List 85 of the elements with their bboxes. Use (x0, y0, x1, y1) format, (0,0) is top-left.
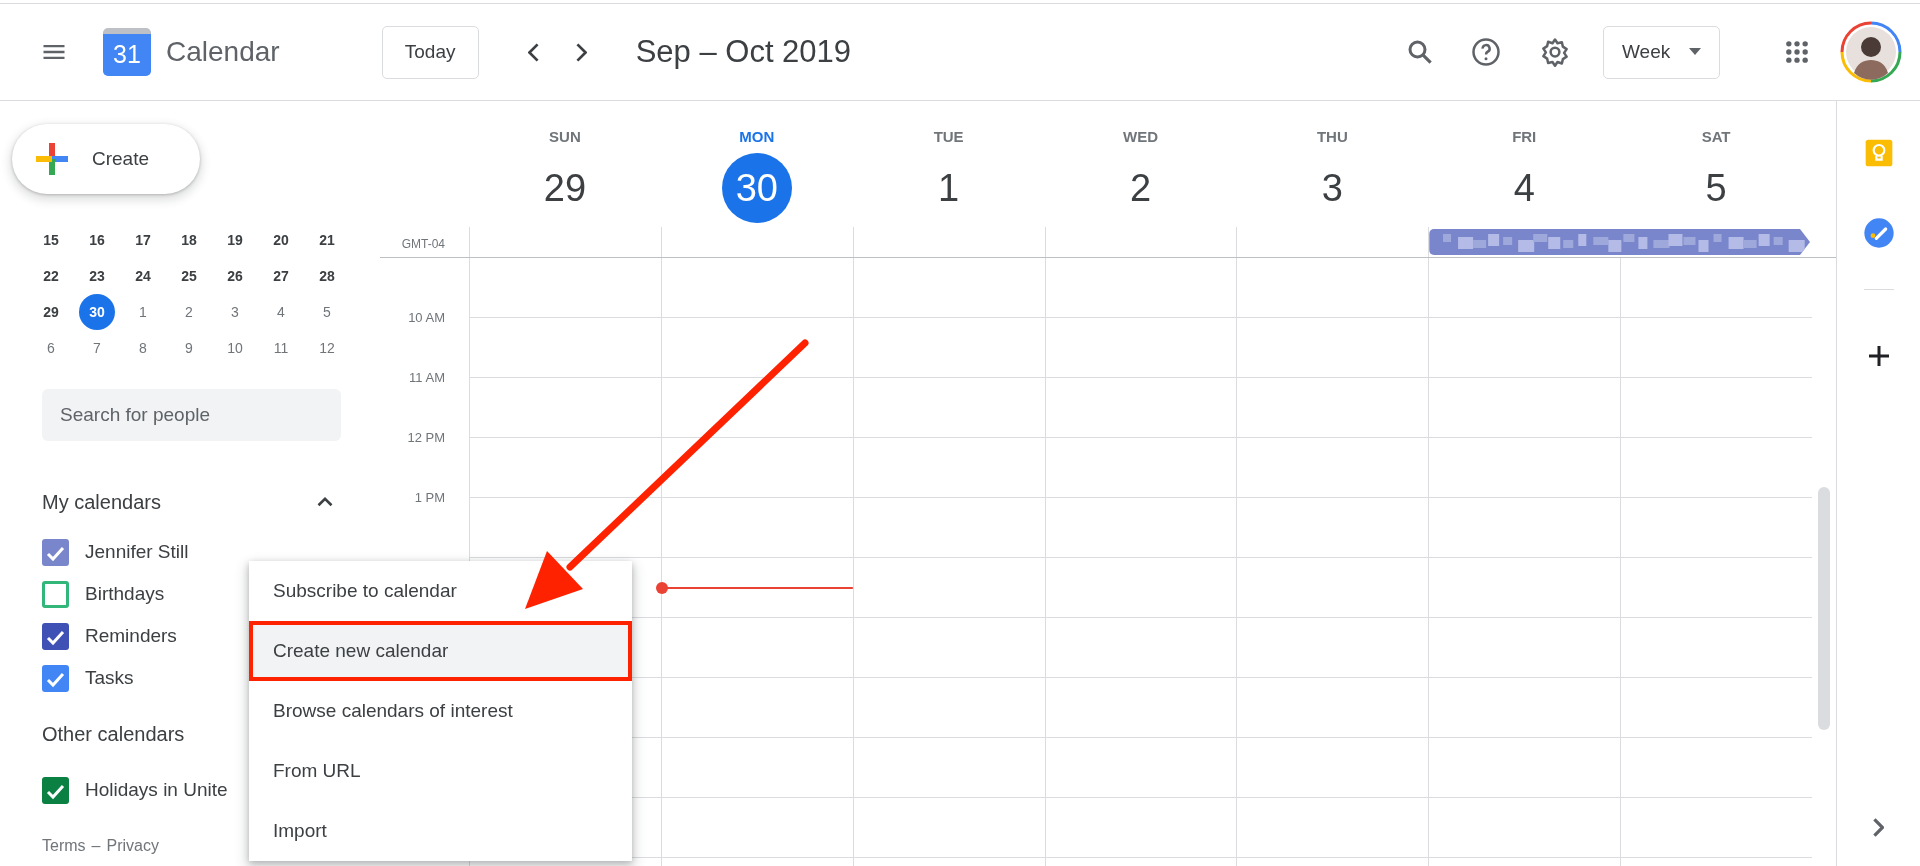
today-button[interactable]: Today (381, 25, 479, 79)
calendar-name: Reminders (85, 623, 177, 648)
mini-calendar-day[interactable]: 30 (79, 294, 115, 330)
weekday-label: SUN (549, 127, 581, 147)
mini-calendar-day[interactable]: 5 (309, 294, 345, 330)
calendar-name: Birthdays (85, 581, 165, 606)
mini-calendar-day[interactable]: 27 (263, 258, 299, 294)
view-dropdown[interactable]: Week (1603, 25, 1720, 79)
mini-calendar-day[interactable]: 2 (171, 294, 207, 330)
privacy-link[interactable]: Privacy (106, 834, 159, 858)
menu-item[interactable]: Subscribe to calendar (249, 561, 632, 621)
terms-link[interactable]: Terms (42, 834, 86, 858)
mini-calendar-day[interactable]: 17 (125, 222, 161, 258)
mini-calendar-day[interactable]: 4 (263, 294, 299, 330)
menu-item[interactable]: Import (249, 801, 632, 861)
mini-calendar-day[interactable]: 24 (125, 258, 161, 294)
help-icon (1471, 37, 1501, 67)
timezone-label: GMT-04 (400, 236, 446, 253)
date-number[interactable]: 4 (1489, 153, 1560, 223)
weekday-label: FRI (1512, 127, 1537, 147)
checkbox[interactable] (42, 664, 69, 692)
checkmark-circle-icon (1862, 217, 1895, 249)
settings-icon (1540, 37, 1570, 67)
checkbox[interactable] (42, 538, 69, 566)
avatar[interactable] (1840, 21, 1902, 83)
chevron-right-icon (1873, 817, 1884, 837)
date-number[interactable]: 3 (1297, 153, 1368, 223)
mini-calendar-day[interactable]: 18 (171, 222, 207, 258)
mini-calendar-day[interactable]: 20 (263, 222, 299, 258)
weekday-label: TUE (933, 127, 964, 147)
checkbox[interactable] (42, 622, 69, 650)
time-label: 1 PM (413, 489, 446, 507)
app-name: Calendar (166, 35, 280, 69)
date-number[interactable]: 1 (913, 153, 984, 223)
search-people-field[interactable]: Search for people (42, 389, 341, 441)
mini-calendar-day[interactable]: 8 (125, 330, 161, 366)
caret-icon (1689, 48, 1701, 56)
mini-calendar-day[interactable]: 11 (263, 330, 299, 366)
date-number[interactable]: 2 (1105, 153, 1176, 223)
time-label: 12 PM (406, 429, 446, 447)
menu-item[interactable]: Create new calendar (249, 621, 632, 681)
mini-calendar-day[interactable]: 16 (79, 222, 115, 258)
scrollbar-thumb[interactable] (1818, 487, 1830, 730)
date-number[interactable]: 29 (529, 153, 600, 223)
apps-grid-icon (1783, 38, 1811, 66)
mini-calendar-day[interactable]: 21 (309, 222, 345, 258)
create-button[interactable]: Create (12, 124, 200, 194)
mini-calendar-day[interactable]: 6 (33, 330, 69, 366)
mini-calendar-day[interactable]: 25 (171, 258, 207, 294)
mini-calendar-day[interactable]: 10 (217, 330, 253, 366)
checkbox[interactable] (42, 776, 69, 804)
checkbox[interactable] (42, 580, 69, 608)
mini-calendar-day[interactable]: 22 (33, 258, 69, 294)
mini-calendar-day[interactable]: 28 (309, 258, 345, 294)
weekday-label: WED (1123, 127, 1158, 147)
weekday-label: THU (1316, 127, 1348, 147)
section-heading: Other calendars (42, 722, 185, 747)
plus-icon (34, 141, 70, 177)
date-range-title: Sep – Oct 2019 (635, 32, 852, 71)
mini-calendar-day[interactable]: 7 (79, 330, 115, 366)
menu-item[interactable]: From URL (249, 741, 632, 801)
chevron-left-icon (528, 42, 540, 62)
mini-calendar-day[interactable]: 29 (33, 294, 69, 330)
weekday-label: MON (739, 127, 775, 147)
separator: – (91, 836, 101, 856)
calendar-name: Tasks (85, 665, 134, 690)
calendar-name: Holidays in Unite (85, 777, 228, 802)
mini-calendar-day[interactable]: 23 (79, 258, 115, 294)
calendar-name: Jennifer Still (85, 539, 189, 564)
time-label: 11 AM (408, 369, 446, 387)
date-number[interactable]: 5 (1681, 153, 1752, 223)
mini-calendar-day[interactable]: 26 (217, 258, 253, 294)
section-heading: My calendars (42, 490, 161, 515)
time-label: 10 AM (407, 309, 446, 327)
date-number[interactable]: 30 (721, 153, 792, 223)
mini-calendar-day[interactable]: 12 (309, 330, 345, 366)
mini-calendar-day[interactable]: 15 (33, 222, 69, 258)
mini-calendar-day[interactable]: 9 (171, 330, 207, 366)
mini-calendar-day[interactable]: 3 (217, 294, 253, 330)
menu-item[interactable]: Browse calendars of interest (249, 681, 632, 741)
app-logo: 31 (103, 28, 151, 76)
mini-calendar-day[interactable]: 19 (217, 222, 253, 258)
mini-calendar-day[interactable]: 1 (125, 294, 161, 330)
chevron-right-icon (576, 42, 588, 62)
weekday-label: SAT (1701, 127, 1731, 147)
